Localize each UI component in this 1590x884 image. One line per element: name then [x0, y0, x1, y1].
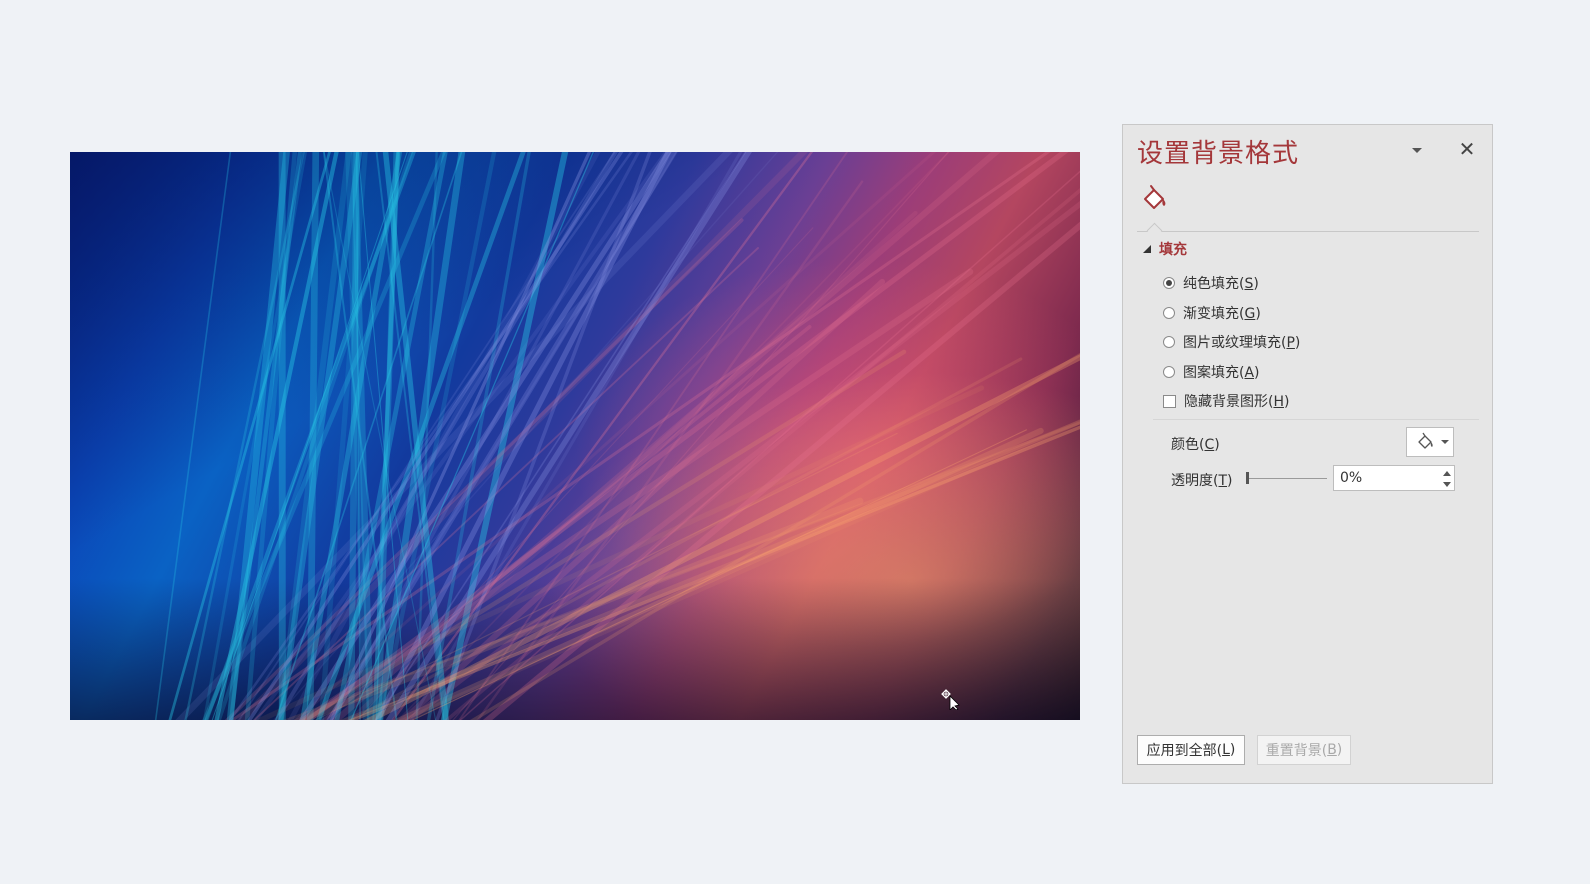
- radio-picture-texture-fill[interactable]: 图片或纹理填充(P): [1163, 332, 1300, 352]
- radio-label: 纯色填充(S): [1183, 276, 1259, 292]
- pane-title: 设置背景格式: [1137, 139, 1300, 169]
- apply-to-all-button[interactable]: 应用到全部(L): [1137, 735, 1245, 765]
- light-streaks: [154, 152, 1080, 720]
- fill-color-icon: [1418, 432, 1449, 449]
- reset-background-button[interactable]: 重置背景(B): [1257, 735, 1351, 765]
- radio-label: 图案填充(A): [1183, 365, 1260, 381]
- divider: [1153, 419, 1479, 420]
- color-picker-button[interactable]: [1406, 427, 1454, 457]
- radio-button[interactable]: [1163, 277, 1175, 289]
- spin-up-icon[interactable]: [1441, 468, 1453, 478]
- radio-button[interactable]: [1163, 336, 1175, 348]
- color-label: 颜色(C): [1171, 437, 1220, 453]
- chevron-down-icon: [1441, 440, 1449, 444]
- fill-section-header[interactable]: 填充: [1143, 239, 1187, 259]
- slide-background[interactable]: [70, 152, 1080, 720]
- collapse-triangle-icon: [1143, 245, 1151, 253]
- move-cursor-icon: [941, 689, 960, 710]
- checkbox-hide-background-graphics[interactable]: 隐藏背景图形(H): [1163, 391, 1289, 411]
- radio-pattern-fill[interactable]: 图案填充(A): [1163, 362, 1260, 382]
- transparency-input[interactable]: 0%: [1333, 465, 1455, 491]
- pane-options-dropdown-icon[interactable]: [1408, 141, 1426, 159]
- transparency-slider-thumb[interactable]: [1246, 472, 1249, 484]
- close-icon[interactable]: ✕: [1457, 139, 1477, 159]
- radio-label: 图片或纹理填充(P): [1183, 335, 1301, 351]
- radio-button[interactable]: [1163, 307, 1175, 319]
- radio-solid-fill[interactable]: 纯色填充(S): [1163, 273, 1259, 293]
- format-background-pane: 设置背景格式 ✕ 填充 纯色填充(S) 渐变填充(G) 图片或纹理填充(P) 图…: [1122, 124, 1493, 784]
- spin-down-icon[interactable]: [1441, 480, 1453, 490]
- transparency-slider-track[interactable]: [1247, 478, 1327, 479]
- radio-label: 渐变填充(G): [1183, 306, 1261, 322]
- tab-indicator: [1146, 222, 1163, 239]
- transparency-label: 透明度(T): [1171, 473, 1233, 489]
- checkbox-label: 隐藏背景图形(H): [1184, 394, 1290, 410]
- fill-section-title: 填充: [1159, 242, 1187, 258]
- checkbox[interactable]: [1163, 394, 1176, 408]
- paint-bucket-icon[interactable]: [1141, 183, 1171, 213]
- radio-button[interactable]: [1163, 366, 1175, 378]
- radio-gradient-fill[interactable]: 渐变填充(G): [1163, 303, 1261, 323]
- tab-divider: [1137, 231, 1479, 232]
